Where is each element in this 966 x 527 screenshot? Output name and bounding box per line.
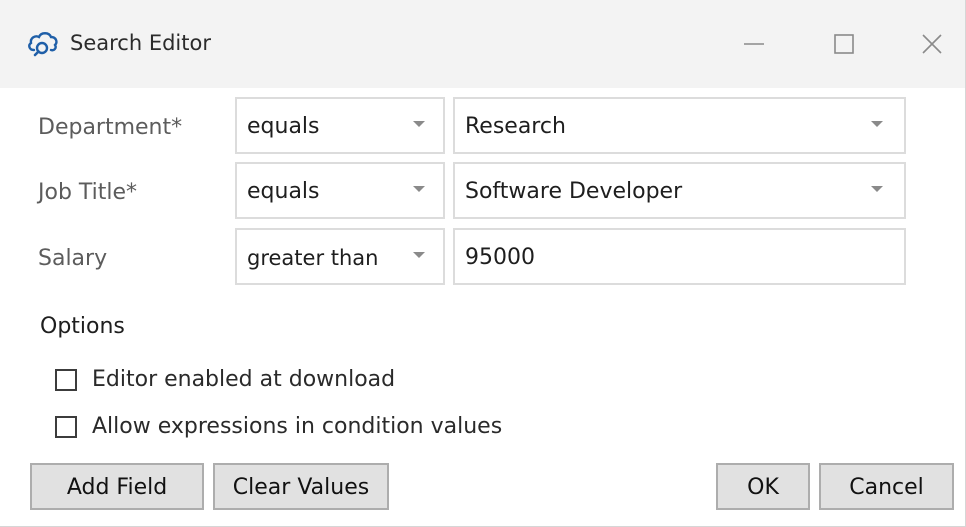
maximize-icon[interactable] <box>822 22 866 66</box>
options-heading: Options <box>40 314 125 339</box>
editor-enabled-checkbox[interactable] <box>55 369 77 391</box>
operator-select-salary[interactable]: greater than <box>235 228 445 285</box>
allow-expressions-checkbox[interactable] <box>55 416 77 438</box>
chevron-down-icon <box>871 121 883 127</box>
minimize-icon[interactable] <box>732 22 776 66</box>
window-title: Search Editor <box>70 31 211 55</box>
clear-values-button[interactable]: Clear Values <box>213 463 389 510</box>
cancel-button[interactable]: Cancel <box>819 463 954 510</box>
operator-select-department[interactable]: equals <box>235 97 445 154</box>
condition-label-job-title: Job Title* <box>38 180 138 205</box>
value-select-department[interactable]: Research <box>453 97 906 154</box>
editor-enabled-label[interactable]: Editor enabled at download <box>92 366 395 394</box>
value-select-job-title[interactable]: Software Developer <box>453 162 906 219</box>
chevron-down-icon <box>413 252 425 258</box>
chevron-down-icon <box>413 186 425 192</box>
condition-label-salary: Salary <box>38 246 108 271</box>
search-editor-dialog: Search Editor Department* equals Researc… <box>0 0 966 527</box>
add-field-button[interactable]: Add Field <box>30 463 204 510</box>
cloud-search-icon <box>26 28 60 60</box>
ok-button[interactable]: OK <box>716 463 810 510</box>
value-input-salary[interactable]: 95000 <box>453 228 906 285</box>
operator-select-job-title[interactable]: equals <box>235 162 445 219</box>
chevron-down-icon <box>871 186 883 192</box>
title-bar[interactable]: Search Editor <box>0 0 965 88</box>
allow-expressions-label[interactable]: Allow expressions in condition values <box>92 413 502 441</box>
close-icon[interactable] <box>910 22 954 66</box>
chevron-down-icon <box>413 121 425 127</box>
condition-label-department: Department* <box>38 115 183 140</box>
